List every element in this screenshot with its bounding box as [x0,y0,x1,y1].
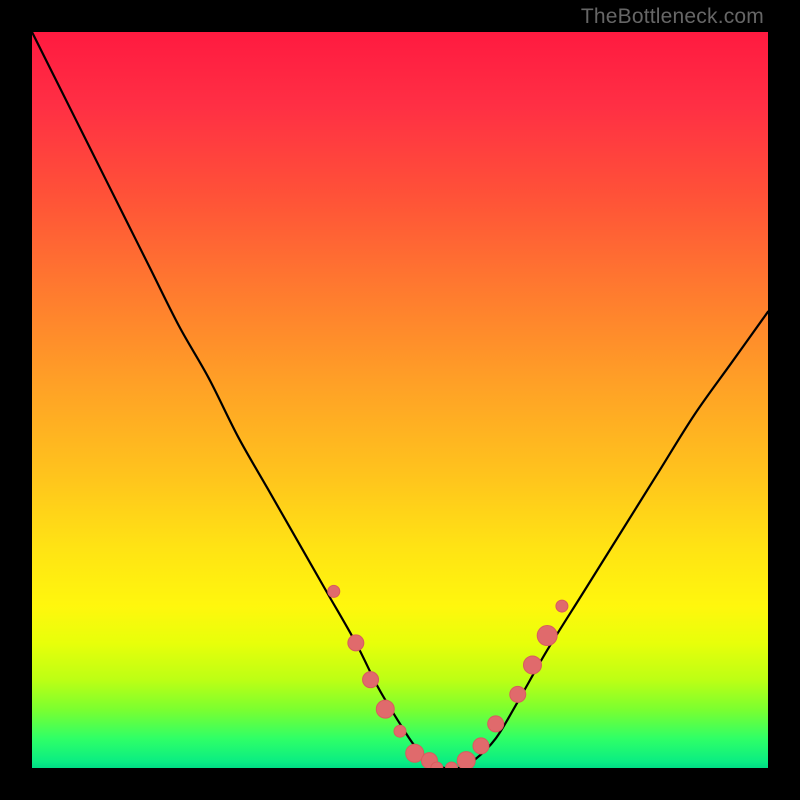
sampled-dot [488,716,504,732]
chart-plot-area [32,32,768,768]
sampled-dot [446,762,458,768]
sampled-dot [363,672,379,688]
sampled-dot [457,752,475,768]
attribution-label: TheBottleneck.com [581,5,764,29]
chart-svg [32,32,768,768]
bottleneck-curve [32,32,768,768]
sampled-dot [328,585,340,597]
sampled-dot [394,725,406,737]
sampled-dot [376,700,394,718]
chart-outer-frame: TheBottleneck.com [0,0,800,800]
sampled-dot [556,600,568,612]
sampled-dot [473,738,489,754]
sampled-dot [523,656,541,674]
sampled-dot [537,626,557,646]
sampled-dot [510,686,526,702]
sampled-dot [348,635,364,651]
